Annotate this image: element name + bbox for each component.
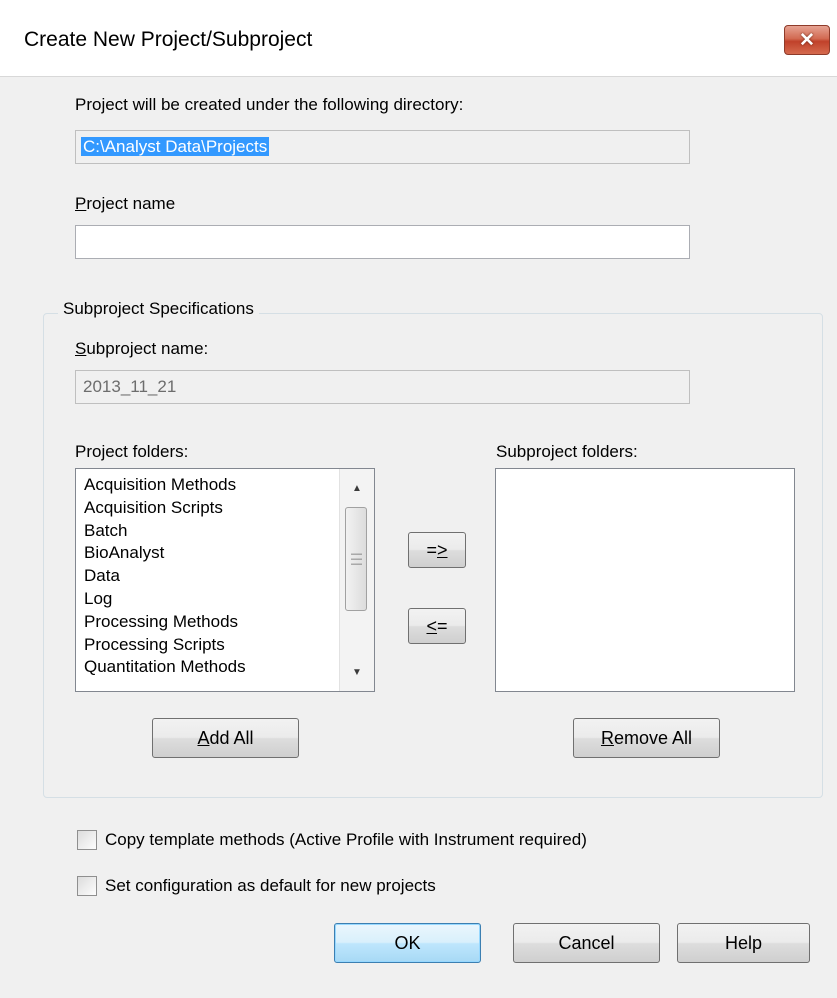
list-item[interactable]: Processing Methods bbox=[84, 611, 338, 634]
scroll-thumb[interactable]: ― ― ― bbox=[345, 507, 367, 611]
subproject-folders-label: Subproject folders: bbox=[496, 442, 638, 461]
set-default-checkbox[interactable] bbox=[77, 876, 97, 896]
close-button[interactable]: ✕ bbox=[784, 25, 830, 55]
copy-template-label[interactable]: Copy template methods (Active Profile wi… bbox=[105, 830, 587, 850]
subproject-name-label: Subproject name: bbox=[75, 339, 209, 358]
dialog-client-area: Project will be created under the follow… bbox=[0, 77, 837, 998]
project-folders-scrollbar[interactable]: ▲ ― ― ― ▼ bbox=[339, 469, 374, 691]
move-left-button[interactable]: < = bbox=[408, 608, 466, 644]
title-bar: Create New Project/Subproject ✕ bbox=[0, 0, 837, 77]
window-title: Create New Project/Subproject bbox=[24, 28, 313, 51]
list-item[interactable]: Acquisition Scripts bbox=[84, 497, 338, 520]
project-name-label: Project name bbox=[75, 194, 176, 213]
set-default-label[interactable]: Set configuration as default for new pro… bbox=[105, 876, 436, 896]
close-icon: ✕ bbox=[799, 29, 815, 51]
directory-field[interactable]: C:\Analyst Data\Projects bbox=[75, 130, 690, 164]
list-item[interactable]: Acquisition Methods bbox=[84, 474, 338, 497]
project-folders-list[interactable]: Acquisition Methods Acquisition Scripts … bbox=[75, 468, 375, 692]
list-item[interactable]: Log bbox=[84, 588, 338, 611]
subproject-specifications-legend: Subproject Specifications bbox=[58, 299, 259, 319]
project-folders-label: Project folders: bbox=[75, 442, 189, 461]
copy-template-checkbox[interactable] bbox=[77, 830, 97, 850]
ok-button[interactable]: OK bbox=[334, 923, 481, 963]
grip-icon: ― ― ― bbox=[351, 548, 362, 570]
list-item[interactable]: Processing Scripts bbox=[84, 634, 338, 657]
list-item[interactable]: Data bbox=[84, 565, 338, 588]
directory-value: C:\Analyst Data\Projects bbox=[81, 137, 270, 156]
list-item[interactable]: BioAnalyst bbox=[84, 542, 338, 565]
move-right-button[interactable]: = > bbox=[408, 532, 466, 568]
help-button[interactable]: Help bbox=[677, 923, 810, 963]
subproject-folders-list[interactable] bbox=[495, 468, 795, 692]
project-name-input[interactable] bbox=[75, 225, 690, 259]
list-item[interactable]: Quantitation Methods bbox=[84, 656, 338, 679]
scroll-up-arrow-icon[interactable]: ▲ bbox=[340, 473, 374, 503]
add-all-button[interactable]: Add All bbox=[152, 718, 299, 758]
subproject-name-field[interactable]: 2013_11_21 bbox=[75, 370, 690, 404]
remove-all-button[interactable]: Remove All bbox=[573, 718, 720, 758]
directory-label: Project will be created under the follow… bbox=[75, 95, 464, 114]
scroll-down-arrow-icon[interactable]: ▼ bbox=[340, 657, 374, 687]
cancel-button[interactable]: Cancel bbox=[513, 923, 660, 963]
list-item[interactable]: Batch bbox=[84, 520, 338, 543]
